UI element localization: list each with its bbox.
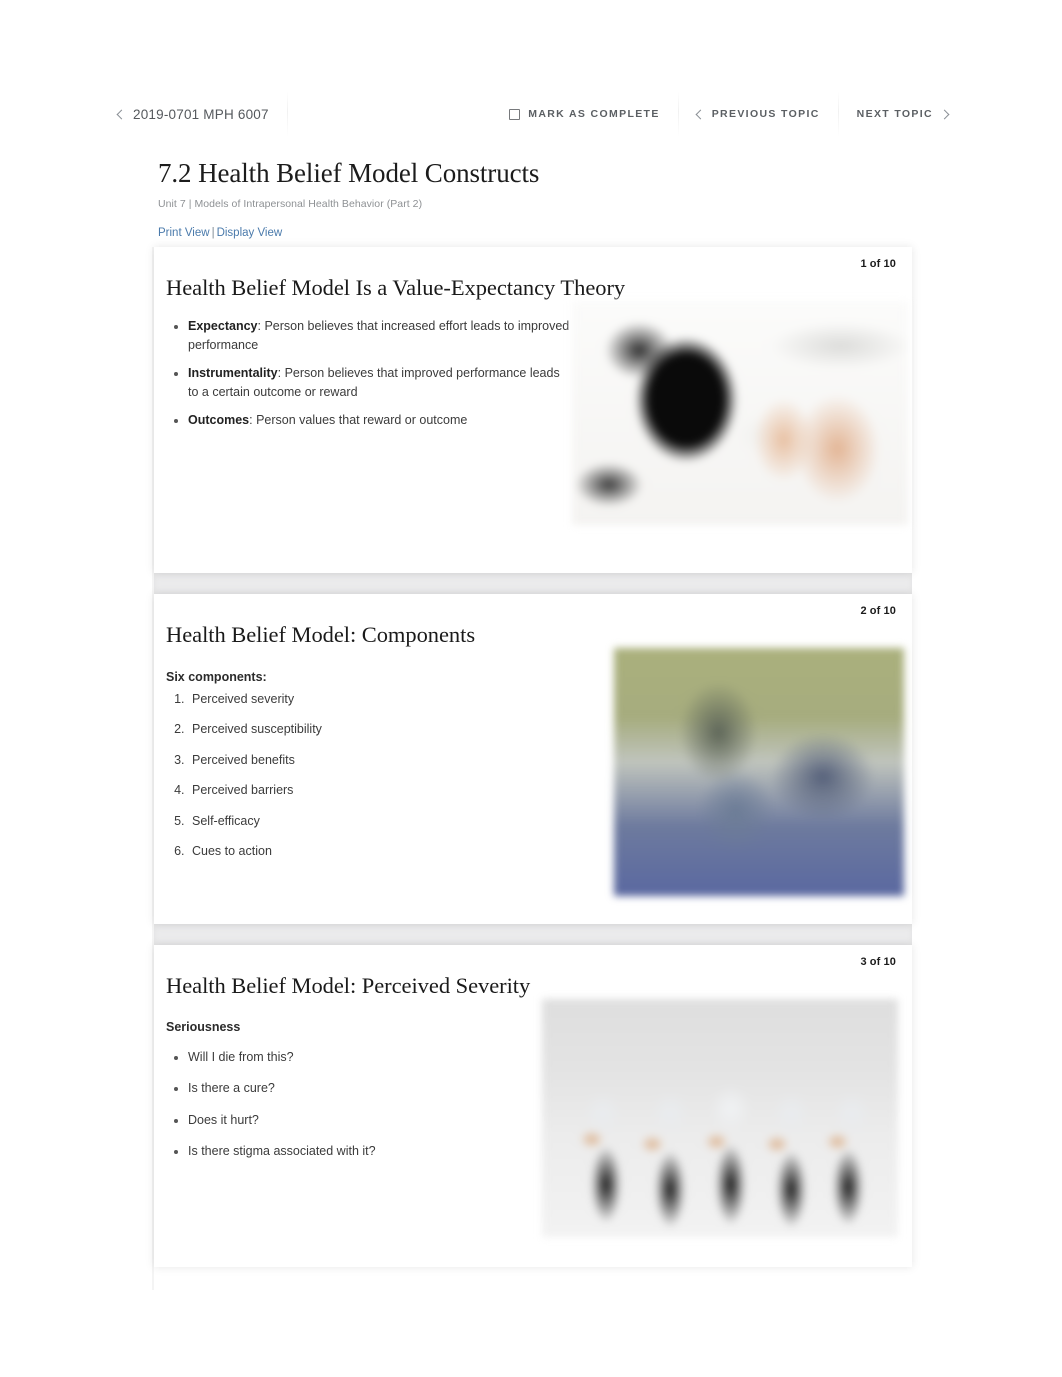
- nav-divider: [286, 91, 288, 137]
- next-topic-label: NEXT TOPIC: [856, 108, 933, 120]
- list-item: Perceived severity: [188, 690, 614, 709]
- slide-deck: 1 of 10 Health Belief Model Is a Value-E…: [154, 247, 912, 1267]
- slide-media-column: [614, 648, 909, 896]
- page-header: 7.2 Health Belief Model Constructs Unit …: [158, 158, 918, 239]
- slide-title: Health Belief Model: Components: [166, 622, 476, 647]
- next-topic-button[interactable]: NEXT TOPIC: [839, 96, 966, 132]
- slide-text-column: Six components: Perceived severity Perce…: [166, 648, 614, 872]
- mark-as-complete-label: MARK AS COMPLETE: [528, 108, 660, 120]
- slide-title: Health Belief Model: Perceived Severity: [166, 973, 531, 998]
- person-holding-blood-pressure-cuff-photo: [572, 301, 908, 525]
- slide-separator: [154, 573, 912, 594]
- list-item: Is there stigma associated with it?: [188, 1142, 542, 1161]
- chevron-left-icon: [116, 109, 127, 119]
- page-subtitle: Unit 7 | Models of Intrapersonal Health …: [158, 198, 423, 210]
- slide-subheading: Seriousness: [166, 1020, 241, 1034]
- list-item: Outcomes: Person values that reward or o…: [188, 411, 572, 430]
- top-navigation-bar: 2019-0701 MPH 6007 MARK AS COMPLETE PREV…: [0, 91, 1062, 137]
- checkbox-empty-icon[interactable]: [509, 108, 521, 120]
- slide-card[interactable]: 2 of 10 Health Belief Model: Components …: [154, 594, 912, 924]
- slide-body: Expectancy: Person believes that increas…: [154, 301, 912, 525]
- slide-counter: 1 of 10: [860, 258, 896, 270]
- nav-group-right: MARK AS COMPLETE PREVIOUS TOPIC NEXT TOP…: [491, 91, 966, 137]
- list-item: Is there a cure?: [188, 1079, 542, 1098]
- row-of-people-in-lab-coats-photo: [542, 999, 898, 1237]
- person-climbing-rock-photo: [614, 648, 904, 896]
- slide-body: Six components: Perceived severity Perce…: [154, 648, 912, 896]
- display-view-link[interactable]: Display View: [217, 227, 283, 239]
- slide-subheading: Six components:: [166, 670, 267, 684]
- slide-card[interactable]: 1 of 10 Health Belief Model Is a Value-E…: [154, 247, 912, 573]
- slide-bullet-list: Will I die from this? Is there a cure? D…: [166, 1048, 542, 1162]
- list-item: Cues to action: [188, 842, 614, 861]
- slide-numbered-list: Perceived severity Perceived susceptibil…: [166, 690, 614, 861]
- list-item-term: Expectancy: [188, 319, 258, 333]
- list-item: Does it hurt?: [188, 1111, 542, 1130]
- slide-title: Health Belief Model Is a Value-Expectanc…: [166, 275, 626, 300]
- list-item: Self-efficacy: [188, 812, 614, 831]
- print-view-link[interactable]: Print View: [158, 227, 210, 239]
- course-back-button[interactable]: 2019-0701 MPH 6007: [100, 96, 287, 132]
- view-links-separator: |: [211, 227, 215, 239]
- list-item: Will I die from this?: [188, 1048, 542, 1067]
- list-item: Perceived susceptibility: [188, 720, 614, 739]
- slide-bullet-list: Expectancy: Person believes that increas…: [166, 317, 572, 430]
- slide-counter: 3 of 10: [860, 956, 896, 968]
- slide-text-column: Seriousness Will I die from this? Is the…: [166, 999, 542, 1174]
- course-back-label: 2019-0701 MPH 6007: [133, 106, 269, 122]
- chevron-left-icon: [695, 109, 706, 119]
- slide-card[interactable]: 3 of 10 Health Belief Model: Perceived S…: [154, 945, 912, 1267]
- slide-counter: 2 of 10: [860, 605, 896, 617]
- list-item: Expectancy: Person believes that increas…: [188, 317, 572, 356]
- slide-text-column: Expectancy: Person believes that increas…: [166, 301, 572, 438]
- list-item-term: Outcomes: [188, 412, 250, 427]
- previous-topic-label: PREVIOUS TOPIC: [711, 108, 820, 120]
- chevron-right-icon: [939, 109, 950, 119]
- list-item: Instrumentality: Person believes that im…: [188, 364, 572, 403]
- slide-media-column: [572, 301, 908, 525]
- nav-group-left: 2019-0701 MPH 6007: [100, 91, 288, 137]
- previous-topic-button[interactable]: PREVIOUS TOPIC: [679, 96, 838, 132]
- slide-separator: [154, 924, 912, 945]
- mark-as-complete-button[interactable]: MARK AS COMPLETE: [491, 96, 677, 132]
- page-title: 7.2 Health Belief Model Constructs: [158, 158, 540, 188]
- list-item: Perceived benefits: [188, 751, 614, 770]
- slide-body: Seriousness Will I die from this? Is the…: [154, 999, 912, 1237]
- list-item: Perceived barriers: [188, 781, 614, 800]
- slide-media-column: [542, 999, 914, 1237]
- list-item-text: Person values that reward or outcome: [256, 412, 468, 427]
- view-mode-links: Print View | Display View: [158, 227, 918, 239]
- list-item-term: Instrumentality: [188, 365, 278, 380]
- list-item-separator: :: [277, 365, 285, 380]
